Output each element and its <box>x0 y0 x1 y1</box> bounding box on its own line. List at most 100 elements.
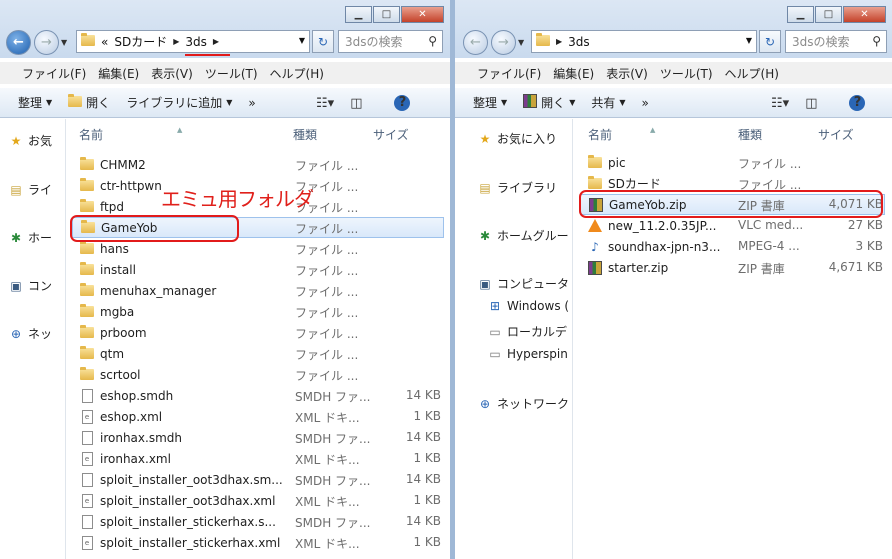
list-item[interactable]: pic <box>580 152 885 173</box>
minimize-button[interactable]: ▁ <box>787 6 814 23</box>
navigation-pane: ★ お気に入り ▤ ライブラリ ✱ ホームグルー ▣ コンピュータ ⊞ Windows (… <box>455 119 573 559</box>
file-type: ファイル ... <box>738 157 802 171</box>
help-icon[interactable]: ? <box>833 95 866 111</box>
column-name[interactable]: 名前 <box>588 126 612 143</box>
recent-pages-dropdown[interactable]: ▼ <box>518 38 524 47</box>
file-type: SMDH ファ... <box>295 432 371 446</box>
computer-icon: ▣ <box>10 278 22 293</box>
forward-button[interactable]: → <box>34 30 59 55</box>
file-name: ftpd <box>100 199 124 214</box>
list-item[interactable]: mgba <box>72 301 444 322</box>
recent-pages-dropdown[interactable]: ▼ <box>61 38 67 47</box>
view-tools: ☷▾ ◫ ? <box>755 95 866 111</box>
menu-file[interactable]: ファイル(F) <box>22 65 86 82</box>
menu-file[interactable]: ファイル(F) <box>477 65 541 82</box>
menu-edit[interactable]: 編集(E) <box>98 65 139 82</box>
refresh-button[interactable]: ↻ <box>759 30 781 53</box>
open-button[interactable]: 開く ▼ <box>523 94 575 111</box>
column-size[interactable]: サイズ <box>373 126 409 143</box>
folder-icon <box>588 176 602 191</box>
nav-drive-hyperspin[interactable]: ▭ Hyperspin <box>487 347 568 361</box>
maximize-button[interactable]: □ <box>815 6 842 23</box>
nav-libraries[interactable]: ▤ ライ <box>8 181 52 198</box>
nav-computer[interactable]: ▣ コン <box>8 277 52 294</box>
column-type[interactable]: 種類 <box>293 126 317 143</box>
menu-view[interactable]: 表示(V) <box>151 65 193 82</box>
chevron-right-icon[interactable]: ▶ <box>556 37 562 46</box>
file-type: SMDH ファ... <box>295 516 371 530</box>
close-button[interactable]: ✕ <box>401 6 444 23</box>
annotation-label: エミュ用フォルダ <box>161 187 314 211</box>
folder-icon <box>80 262 94 277</box>
view-options-icon[interactable]: ☷▾ <box>771 96 789 111</box>
refresh-button[interactable]: ↻ <box>312 30 334 53</box>
open-button[interactable]: 開く <box>68 93 110 111</box>
file-type: XML ドキ... <box>295 453 360 467</box>
menu-edit[interactable]: 編集(E) <box>553 65 594 82</box>
view-options-icon[interactable]: ☷▾ <box>316 96 334 111</box>
help-icon[interactable]: ? <box>378 95 411 111</box>
file-name: pic <box>608 155 626 170</box>
list-item[interactable]: menuhax_manager <box>72 280 444 301</box>
address-bar[interactable]: « SDカード ▶ 3ds ▶ ▼ <box>76 30 310 53</box>
vlc-icon <box>588 219 602 233</box>
library-icon: ▤ <box>10 182 22 197</box>
minimize-button[interactable]: ▁ <box>345 6 372 23</box>
address-segment-sd[interactable]: SDカード <box>114 33 167 50</box>
nav-network[interactable]: ⊕ ネッ <box>8 325 52 342</box>
share-button[interactable]: 共有 ▼ <box>591 94 625 111</box>
menu-tools[interactable]: ツール(T) <box>660 65 713 82</box>
list-item[interactable]: qtm <box>72 343 444 364</box>
organize-button[interactable]: 整理 ▼ <box>18 94 52 111</box>
nav-libraries[interactable]: ▤ ライブラリ <box>477 179 557 196</box>
nav-homegroup[interactable]: ✱ ホー <box>8 229 52 246</box>
list-item[interactable]: CHMM2 <box>72 154 444 175</box>
back-button[interactable]: ← <box>6 30 31 55</box>
column-size[interactable]: サイズ <box>818 126 854 143</box>
address-segment-3ds[interactable]: 3ds <box>568 35 590 49</box>
nav-homegroup[interactable]: ✱ ホームグルー <box>477 227 569 244</box>
nav-favorites[interactable]: ★ お気 <box>8 132 52 149</box>
address-dropdown-icon[interactable]: ▼ <box>746 36 752 45</box>
list-item[interactable]: scrtool <box>72 364 444 385</box>
search-input[interactable]: 3dsの検索 ⚲ <box>785 30 887 53</box>
forward-button[interactable]: → <box>491 30 516 55</box>
preview-pane-icon[interactable]: ◫ <box>805 96 817 111</box>
address-dropdown-icon[interactable]: ▼ <box>299 36 305 45</box>
column-name[interactable]: 名前 <box>79 126 103 143</box>
add-to-library-button[interactable]: ライブラリに追加 ▼ <box>126 94 232 111</box>
search-icon[interactable]: ⚲ <box>428 34 437 48</box>
file-type: XML ドキ... <box>295 537 360 551</box>
preview-pane-icon[interactable]: ◫ <box>350 96 362 111</box>
chevron-right-icon[interactable]: ▶ <box>173 37 179 46</box>
nav-drive-windows[interactable]: ⊞ Windows ( <box>487 299 569 313</box>
list-item[interactable]: install <box>72 259 444 280</box>
folder-icon <box>80 304 94 319</box>
more-commands-button[interactable]: » <box>248 96 255 110</box>
chevron-right-icon[interactable]: ▶ <box>213 37 219 46</box>
nav-computer[interactable]: ▣ コンピュータ <box>477 275 569 292</box>
menu-tools[interactable]: ツール(T) <box>205 65 258 82</box>
file-size: 3 KB <box>855 239 883 253</box>
nav-drive-local[interactable]: ▭ ローカルデ <box>487 323 567 340</box>
more-label: » <box>641 95 649 110</box>
column-type[interactable]: 種類 <box>738 126 762 143</box>
address-bar[interactable]: ▶ 3ds ▼ <box>531 30 757 53</box>
list-item[interactable]: prboom <box>72 322 444 343</box>
maximize-button[interactable]: □ <box>373 6 400 23</box>
title-bar: ▁ □ ✕ ← → ▼ ▶ 3ds ▼ ↻ 3dsの検索 ⚲ <box>455 0 892 58</box>
xml-file-icon: e <box>80 493 94 508</box>
nav-network[interactable]: ⊕ ネットワーク <box>477 395 569 412</box>
search-icon[interactable]: ⚲ <box>872 34 881 48</box>
back-button[interactable]: ← <box>463 30 488 55</box>
more-commands-button[interactable]: » <box>642 96 649 110</box>
menu-view[interactable]: 表示(V) <box>606 65 648 82</box>
nav-favorites[interactable]: ★ お気に入り <box>477 130 557 147</box>
search-input[interactable]: 3dsの検索 ⚲ <box>338 30 443 53</box>
close-button[interactable]: ✕ <box>843 6 886 23</box>
menu-help[interactable]: ヘルプ(H) <box>725 65 779 82</box>
organize-button[interactable]: 整理 ▼ <box>473 94 507 111</box>
address-segment-3ds[interactable]: 3ds <box>185 35 207 49</box>
menu-help[interactable]: ヘルプ(H) <box>270 65 324 82</box>
file-name: eshop.xml <box>100 409 163 424</box>
